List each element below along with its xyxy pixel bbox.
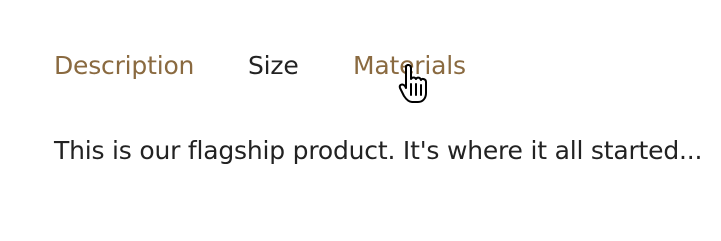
tab-description[interactable]: Description [54,48,194,84]
tab-materials[interactable]: Materials [353,48,466,84]
tab-panel-text: This is our flagship product. It's where… [54,136,703,165]
tab-size[interactable]: Size [248,48,299,84]
